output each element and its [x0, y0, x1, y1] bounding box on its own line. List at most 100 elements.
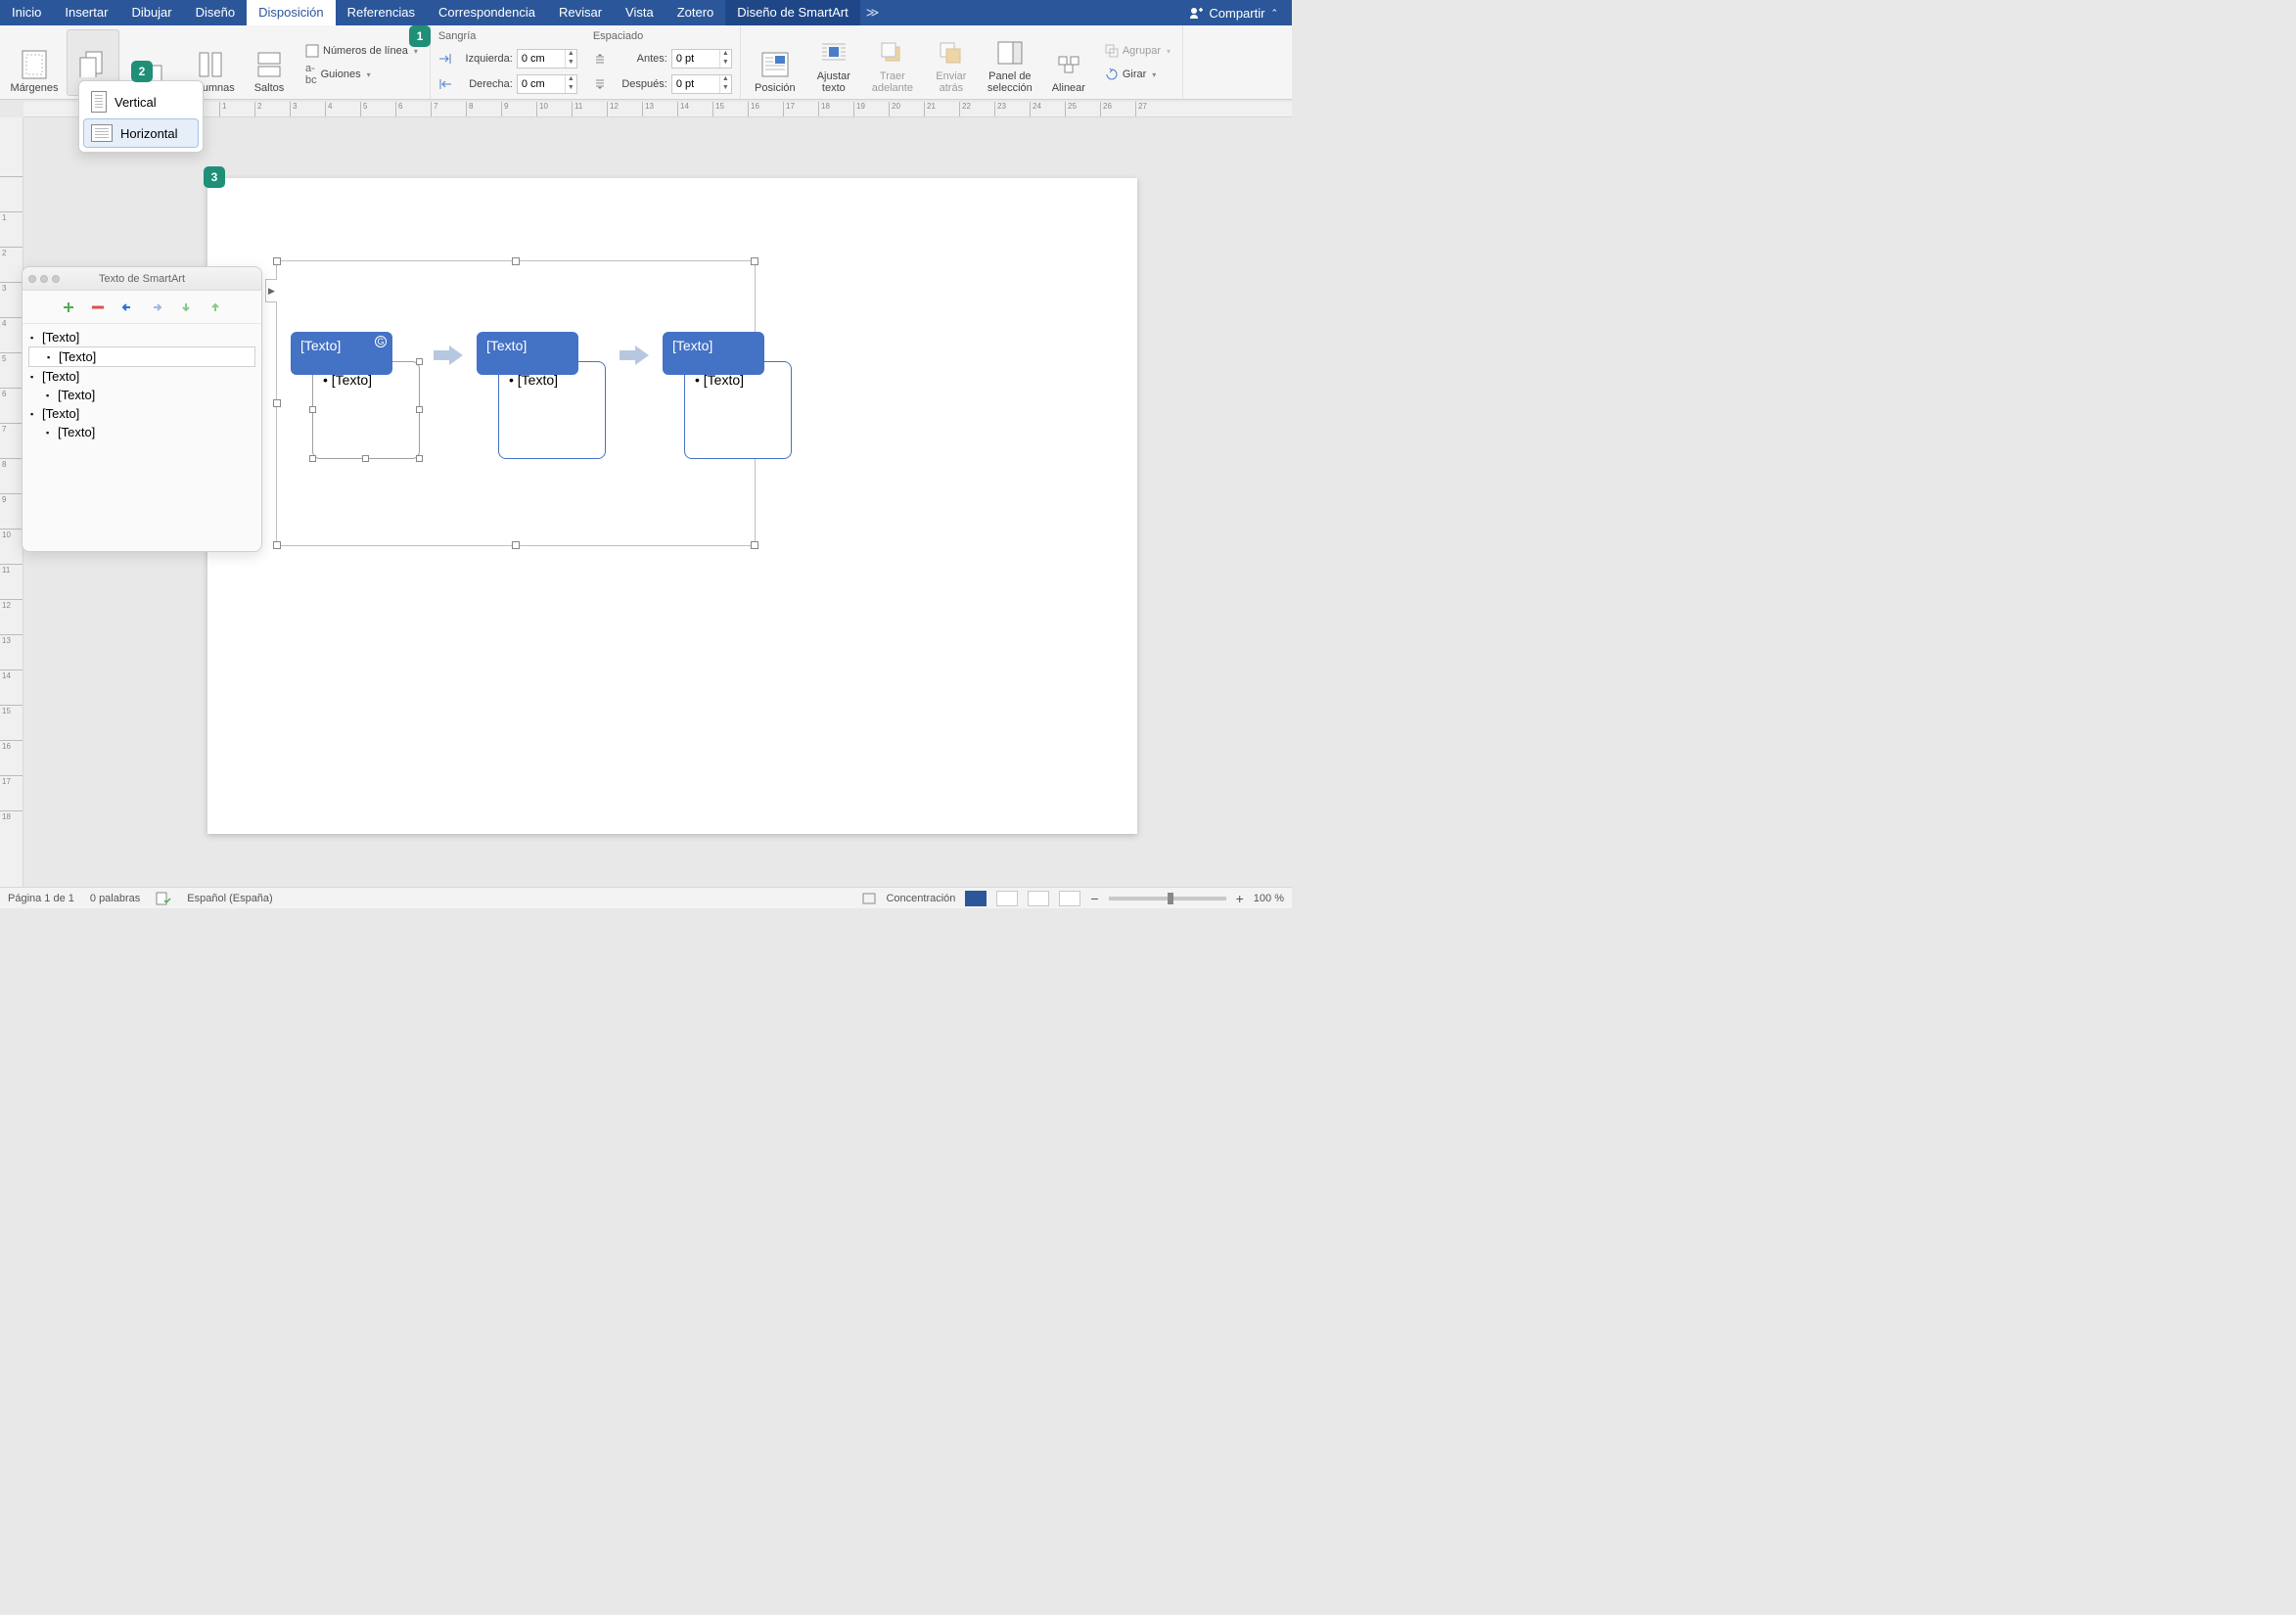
step-badge-3: 3 — [204, 166, 225, 188]
smartart-expand-tab[interactable]: ▶ — [265, 279, 277, 302]
tab-revisar[interactable]: Revisar — [547, 0, 614, 25]
indent-left-label: Izquierda: — [456, 53, 513, 65]
zoom-in-button[interactable]: + — [1236, 891, 1244, 906]
text-pane-list[interactable]: [Texto][Texto][Texto][Texto][Texto][Text… — [23, 324, 261, 445]
margins-label: Márgenes — [11, 82, 59, 94]
share-button[interactable]: Compartir ⌃ — [1175, 6, 1292, 21]
remove-item-button[interactable] — [90, 300, 106, 315]
window-controls[interactable] — [28, 275, 60, 283]
resize-handle[interactable] — [512, 541, 520, 549]
zoom-level[interactable]: 100 % — [1254, 893, 1284, 904]
tab-disposicion[interactable]: Disposición — [247, 0, 335, 25]
wrap-text-button[interactable]: Ajustar texto — [807, 29, 860, 96]
text-pane-item[interactable]: [Texto] — [28, 346, 255, 367]
tab-zotero[interactable]: Zotero — [666, 0, 726, 25]
smartart-head[interactable]: [Texto] — [663, 332, 764, 375]
smartart-block[interactable]: [Texto] • [Texto] — [663, 332, 792, 375]
status-page[interactable]: Página 1 de 1 — [8, 893, 74, 904]
spacing-before-icon — [593, 53, 607, 65]
indent-right-icon — [438, 78, 452, 90]
tab-smartart-design[interactable]: Diseño de SmartArt — [725, 0, 859, 25]
resize-handle[interactable] — [751, 257, 758, 265]
text-pane-titlebar[interactable]: Texto de SmartArt — [23, 267, 261, 291]
tab-insertar[interactable]: Insertar — [53, 0, 119, 25]
breaks-label: Saltos — [254, 82, 285, 94]
tab-vista[interactable]: Vista — [614, 0, 666, 25]
smartart-head[interactable]: [Texto] — [477, 332, 578, 375]
smartart-head[interactable]: [Texto]G — [291, 332, 392, 375]
resize-handle[interactable] — [751, 541, 758, 549]
view-print-layout[interactable] — [965, 891, 987, 906]
view-web-layout[interactable] — [996, 891, 1018, 906]
spacing-before-input[interactable]: ▲▼ — [671, 49, 732, 69]
bring-forward-label: Traer adelante — [866, 70, 919, 94]
indent-left-input[interactable]: ▲▼ — [517, 49, 577, 69]
focus-mode-icon[interactable] — [862, 893, 876, 904]
view-draft[interactable] — [1059, 891, 1080, 906]
zoom-out-button[interactable]: − — [1090, 891, 1098, 906]
tab-inicio[interactable]: Inicio — [0, 0, 53, 25]
smartart-frame[interactable]: ▶ [Texto]G • [Texto] — [276, 260, 756, 546]
demote-button[interactable] — [149, 300, 164, 315]
portrait-icon — [91, 91, 107, 113]
tabs-overflow-icon[interactable]: ≫ — [860, 5, 886, 21]
position-button[interactable]: Posición — [749, 29, 802, 96]
zoom-slider[interactable] — [1109, 897, 1226, 900]
orientation-dropdown: Vertical Horizontal — [78, 80, 204, 153]
spacing-after-input[interactable]: ▲▼ — [671, 74, 732, 94]
smartart-body[interactable]: • [Texto] — [684, 361, 792, 459]
indent-right-input[interactable]: ▲▼ — [517, 74, 577, 94]
smartart-body-selected[interactable]: • [Texto] — [312, 361, 420, 459]
rotate-button[interactable]: Girar — [1101, 65, 1174, 84]
ruler-vertical[interactable]: 123456789101112131415161718 — [0, 117, 23, 887]
move-down-button[interactable] — [178, 300, 194, 315]
move-up-button[interactable] — [207, 300, 223, 315]
tab-correspondencia[interactable]: Correspondencia — [427, 0, 547, 25]
focus-mode-label[interactable]: Concentración — [886, 893, 955, 904]
text-pane-item[interactable]: [Texto] — [28, 328, 255, 346]
hyphenation-button[interactable]: a-bc Guiones — [301, 65, 422, 84]
orientation-horizontal[interactable]: Horizontal — [83, 118, 199, 148]
line-numbers-button[interactable]: Números de línea — [301, 41, 422, 61]
breaks-button[interactable]: Saltos — [243, 29, 296, 96]
status-word-count[interactable]: 0 palabras — [90, 893, 140, 904]
tab-diseno[interactable]: Diseño — [184, 0, 247, 25]
align-button[interactable]: Alinear — [1042, 29, 1095, 96]
text-pane-item[interactable]: [Texto] — [28, 367, 255, 386]
text-pane-item[interactable]: [Texto] — [28, 386, 255, 404]
tab-referencias[interactable]: Referencias — [336, 0, 427, 25]
text-pane-item[interactable]: [Texto] — [28, 423, 255, 441]
status-language[interactable]: Español (España) — [187, 893, 272, 904]
resize-handle[interactable] — [273, 399, 281, 407]
resize-handle[interactable] — [512, 257, 520, 265]
margins-button[interactable]: Márgenes — [8, 29, 61, 96]
smartart-body[interactable]: • [Texto] — [498, 361, 606, 459]
group-button[interactable]: Agrupar — [1101, 41, 1174, 61]
smartart-block[interactable]: [Texto]G • [Texto] — [291, 332, 420, 375]
ruler-horizontal[interactable]: 1234567891011121314151617181920212223242… — [23, 102, 1292, 117]
resize-handle[interactable] — [273, 541, 281, 549]
tab-dibujar[interactable]: Dibujar — [119, 0, 183, 25]
hyphenation-icon: a-bc — [305, 63, 317, 86]
text-pane-item[interactable]: [Texto] — [28, 404, 255, 423]
add-item-button[interactable] — [61, 300, 76, 315]
selection-pane-button[interactable]: Panel de selección — [984, 29, 1036, 96]
smartart-block[interactable]: [Texto] • [Texto] — [477, 332, 606, 375]
resize-handle[interactable] — [273, 257, 281, 265]
view-outline[interactable] — [1028, 891, 1049, 906]
spacing-before-label: Antes: — [611, 53, 667, 65]
promote-button[interactable] — [119, 300, 135, 315]
orientation-vertical[interactable]: Vertical — [83, 85, 199, 118]
smartart-text-pane[interactable]: Texto de SmartArt [Texto][Texto][Texto][… — [22, 266, 262, 552]
page[interactable]: ▶ [Texto]G • [Texto] — [207, 178, 1137, 834]
send-backward-button[interactable]: Enviar atrás — [925, 29, 978, 96]
orientation-vertical-label: Vertical — [115, 95, 157, 110]
hyphenation-label: Guiones — [321, 69, 361, 80]
share-person-icon — [1189, 6, 1203, 20]
text-pane-toolbar — [23, 291, 261, 324]
bring-forward-button[interactable]: Traer adelante — [866, 29, 919, 96]
spellcheck-icon[interactable] — [156, 892, 171, 905]
tab-bar: Inicio Insertar Dibujar Diseño Disposici… — [0, 0, 1292, 25]
selection-pane-icon — [994, 37, 1026, 69]
indent-right-label: Derecha: — [456, 78, 513, 90]
